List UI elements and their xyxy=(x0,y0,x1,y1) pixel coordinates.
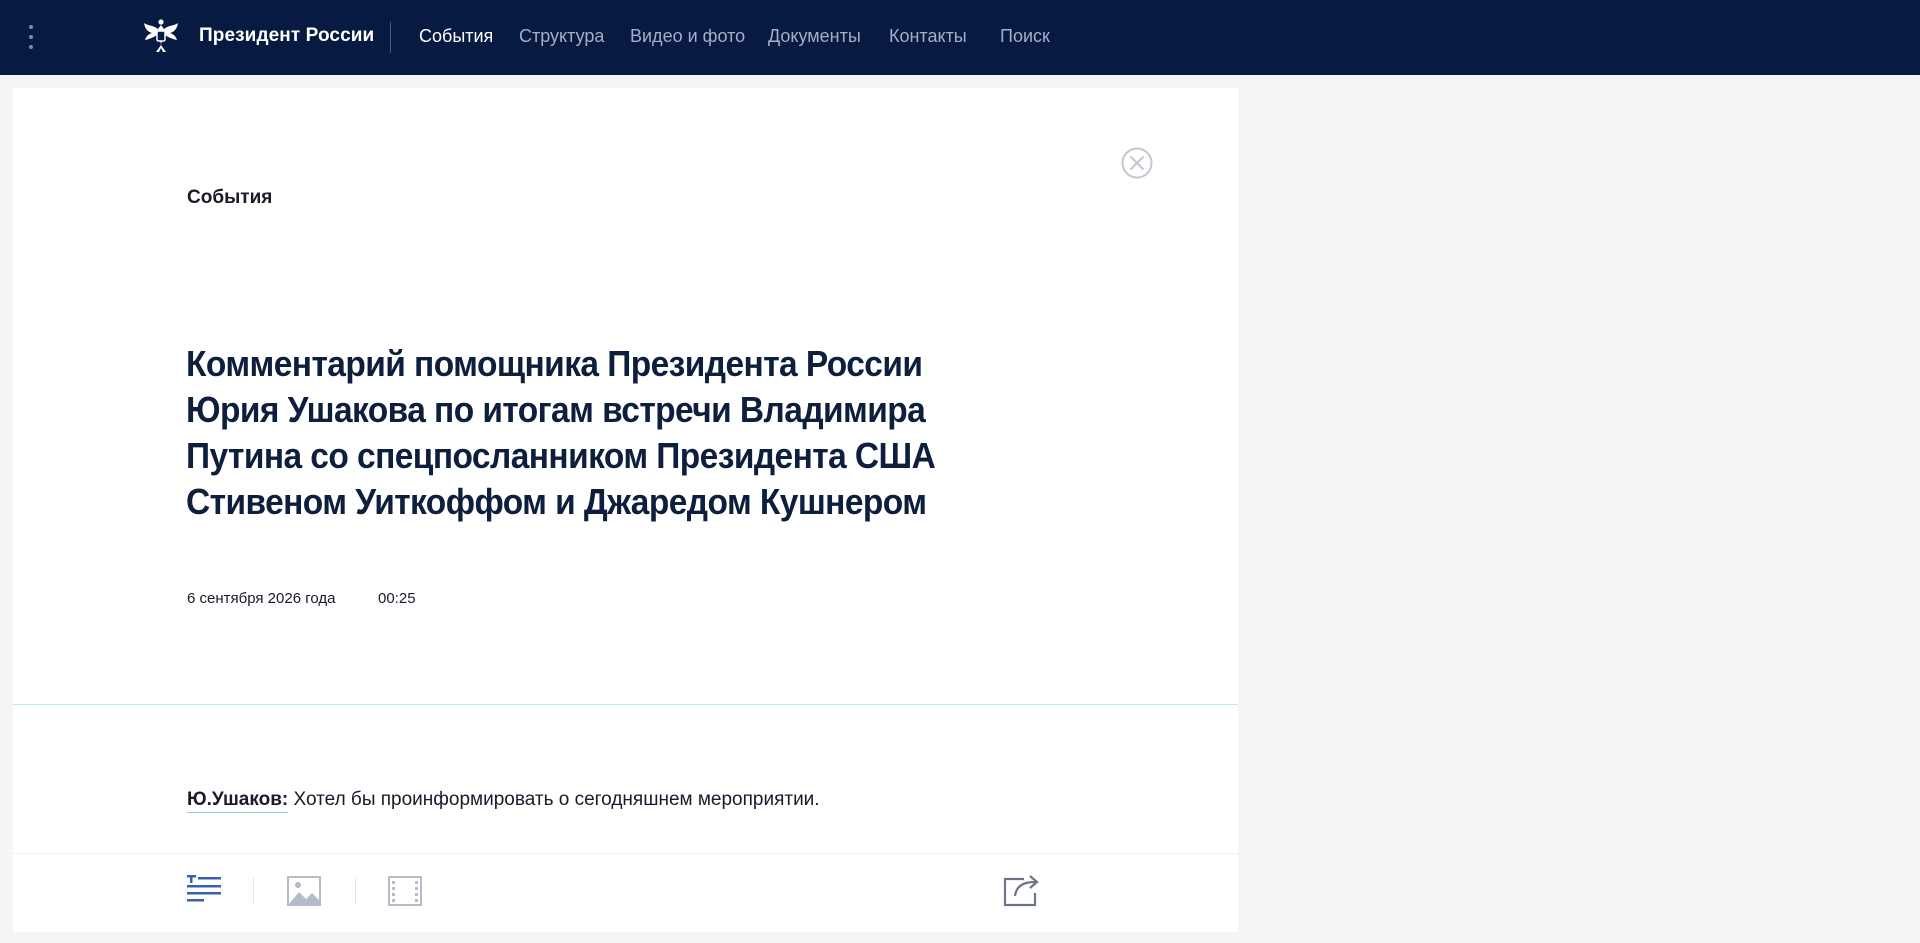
nav-item-structure[interactable]: Структура xyxy=(519,26,604,47)
share-icon[interactable] xyxy=(1002,871,1042,907)
article-time: 00:25 xyxy=(378,590,416,607)
video-view-icon[interactable] xyxy=(388,876,422,906)
toolbar-separator xyxy=(355,878,356,904)
photo-view-icon[interactable] xyxy=(287,876,321,906)
text-view-icon[interactable] xyxy=(187,875,221,905)
section-label[interactable]: События xyxy=(187,187,272,209)
brand-divider xyxy=(390,22,391,53)
section-divider xyxy=(13,704,1238,705)
toolbar-separator xyxy=(253,878,254,904)
nav-item-contacts[interactable]: Контакты xyxy=(889,26,967,47)
close-icon[interactable] xyxy=(1121,147,1153,179)
nav-item-events[interactable]: События xyxy=(419,26,493,47)
article-panel: События Комментарий помощника Президента… xyxy=(13,88,1238,932)
article-paragraph: Ю.Ушаков: Хотел бы проинформировать о се… xyxy=(187,789,820,813)
speech-text: Хотел бы проинформировать о сегодняшнем … xyxy=(293,789,820,810)
nav-item-documents[interactable]: Документы xyxy=(768,26,861,47)
site-brand-link[interactable]: Президент России xyxy=(199,25,374,47)
eagle-emblem-icon[interactable] xyxy=(141,17,181,57)
menu-dots-icon[interactable] xyxy=(27,25,35,51)
article-title: Комментарий помощника Президента России … xyxy=(186,343,936,522)
nav-item-video-photo[interactable]: Видео и фото xyxy=(630,26,745,47)
view-toolbar xyxy=(13,853,1238,932)
nav-item-search[interactable]: Поиск xyxy=(1000,26,1050,47)
top-navigation-bar: Президент России События Структура Видео… xyxy=(0,0,1920,75)
article-date: 6 сентября 2026 года xyxy=(187,590,336,607)
speaker-link[interactable]: Ю.Ушаков: xyxy=(187,789,289,813)
